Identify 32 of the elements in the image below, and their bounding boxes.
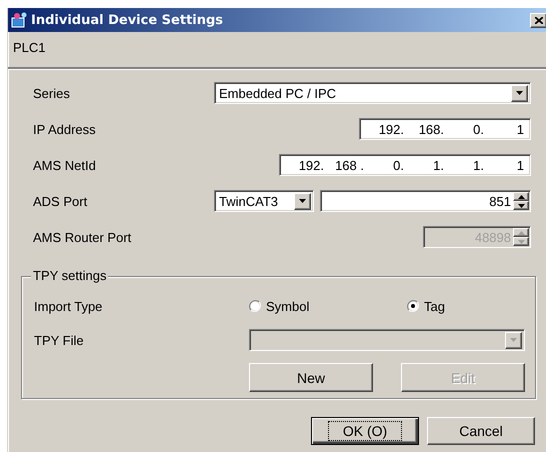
dropdown-arrow-icon [299,199,306,203]
field-label: IP Address [33,122,97,136]
radio-label: Symbol [266,298,310,314]
field-label: TPY File [34,332,85,348]
field-label: Series [33,86,71,100]
close-button[interactable] [530,12,546,28]
port-spinbox[interactable]: 851 [320,190,531,212]
new-button[interactable]: New [249,363,373,392]
address-field[interactable]: 192. 168. 0. 1 [359,118,531,140]
ok-button[interactable]: OK (O) [311,417,419,445]
address-field[interactable]: 192. 168 . 0. 1. 1. 1 [279,154,531,176]
dropdown-arrow-icon [510,338,517,342]
close-icon [534,16,542,24]
radio-button[interactable] [407,300,419,312]
group-title: TPY settings [31,268,108,283]
series-dropdown[interactable]: Embedded PC / IPC [214,82,531,104]
field-label: AMS NetId [33,158,97,172]
device-name: PLC1 [13,40,46,55]
down-arrow-icon [518,204,524,208]
dropdown-arrow-icon [516,91,523,95]
down-arrow-icon [518,240,524,244]
up-arrow-icon [518,230,524,234]
cancel-button[interactable]: Cancel [427,417,535,445]
app-icon [11,12,29,28]
window-title: Individual Device Settings [31,12,224,28]
radio-button[interactable] [249,300,261,312]
field-label: ADS Port [33,194,88,208]
up-arrow-icon [518,194,524,198]
version-dropdown[interactable]: TwinCAT3 [214,190,314,212]
field-label: AMS Router Port [33,230,132,244]
radio-label: Tag [424,298,445,314]
field-label: Import Type [34,298,104,314]
